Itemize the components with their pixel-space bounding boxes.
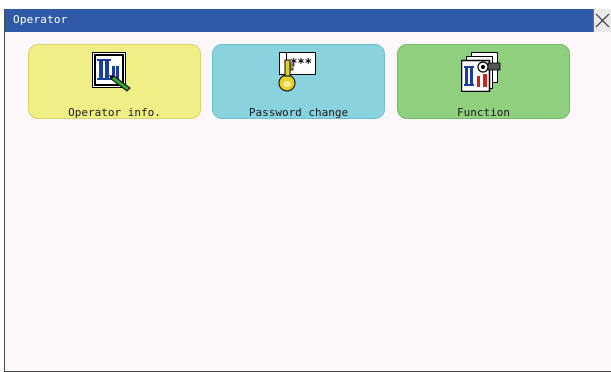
window-title: Operator (13, 13, 68, 26)
password-change-label: Password change (248, 106, 349, 119)
password-change-button[interactable]: *** Password change (212, 44, 385, 119)
masked-password-text: *** (290, 56, 312, 70)
function-icon (461, 52, 501, 92)
operator-window: Operator Operator info. *** Password cha… (4, 9, 611, 372)
operator-info-label: Operator info. (68, 106, 161, 119)
function-label: Function (457, 106, 510, 119)
titlebar: Operator (5, 9, 611, 32)
close-button[interactable] (593, 9, 611, 32)
operator-info-button[interactable]: Operator info. (28, 44, 201, 119)
function-button[interactable]: Function (397, 44, 570, 119)
key-password-icon: *** (278, 52, 316, 92)
operator-info-icon (92, 52, 131, 92)
close-icon (595, 13, 610, 28)
